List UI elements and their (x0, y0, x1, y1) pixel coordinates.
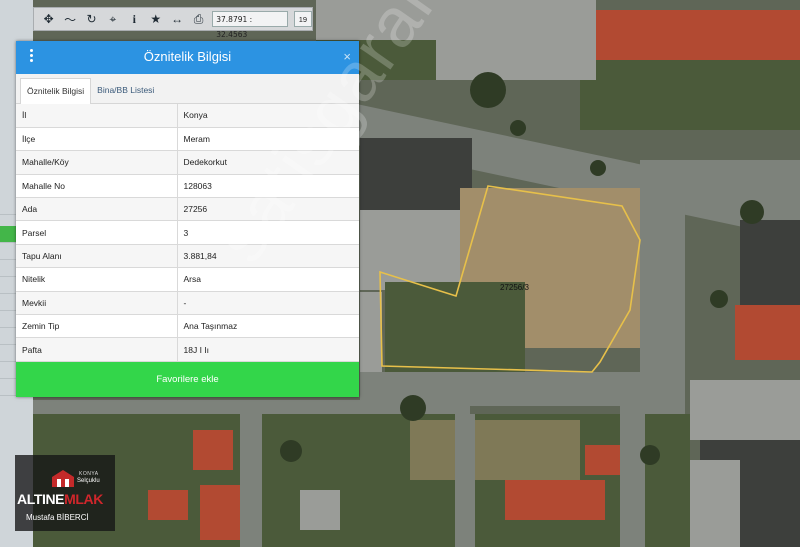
move-icon[interactable]: ✥ (38, 9, 59, 29)
logo-district: Selçuklu (77, 478, 100, 484)
panel-title: Öznitelik Bilgisi (143, 49, 232, 64)
add-to-favorites-button[interactable]: Favorilere ekle (16, 362, 359, 397)
print-icon[interactable]: ⎙ (188, 9, 209, 29)
logo-person: Mustafa BİBERCİ (26, 513, 89, 522)
tab-attributes[interactable]: Öznitelik Bilgisi (20, 78, 92, 104)
attr-key: Parsel (16, 220, 178, 245)
logo-brand: ALTINEMLAK (17, 491, 103, 507)
agency-logo: KONYA Selçuklu ALTINEMLAK Mustafa BİBERC… (15, 455, 115, 531)
table-row: Mevkii - (16, 291, 359, 316)
building-logo-icon (52, 470, 74, 487)
attr-value: Ana Taşınmaz (177, 314, 359, 339)
attr-key: Mahalle No (16, 174, 178, 199)
attr-key: Mevkii (16, 291, 178, 316)
refresh-icon[interactable]: ↻ (81, 9, 102, 29)
panel-header: Öznitelik Bilgisi × (16, 41, 359, 74)
map-toolbar: ✥ 〜 ↻ ⌖ i ★ ↔ ⎙ 37.8791 : 32.4563 19 (33, 7, 313, 39)
logo-city: KONYA (79, 471, 99, 477)
star-icon[interactable]: ★ (145, 9, 166, 29)
table-row: Nitelik Arsa (16, 267, 359, 292)
attr-key: Mahalle/Köy (16, 150, 178, 175)
zoom-level: 19 (293, 11, 313, 27)
attr-key: Nitelik (16, 267, 178, 292)
table-row: Tapu Alanı 3.881,84 (16, 244, 359, 269)
table-row: Zemin Tip Ana Taşınmaz (16, 314, 359, 339)
locate-icon[interactable]: ⌖ (102, 9, 123, 29)
attr-value: - (177, 291, 359, 316)
tab-building-list[interactable]: Bina/BB Listesi (91, 78, 160, 104)
measure-icon[interactable]: 〜 (59, 9, 80, 29)
table-row: Parsel 3 (16, 220, 359, 245)
attr-key: Tapu Alanı (16, 244, 178, 269)
table-row: Pafta 18J I Iı (16, 337, 359, 362)
attr-value: 18J I Iı (177, 337, 359, 362)
coordinate-readout: 37.8791 : 32.4563 (212, 11, 288, 39)
attr-key: Ada (16, 197, 178, 222)
attr-key: Pafta (16, 337, 178, 362)
parcel-label: 27256/3 (500, 283, 529, 292)
attr-key: İlçe (16, 127, 178, 152)
attr-key: İl (16, 104, 178, 128)
attr-key: Zemin Tip (16, 314, 178, 339)
distance-icon[interactable]: ↔ (166, 9, 187, 29)
info-icon[interactable]: i (124, 9, 145, 29)
